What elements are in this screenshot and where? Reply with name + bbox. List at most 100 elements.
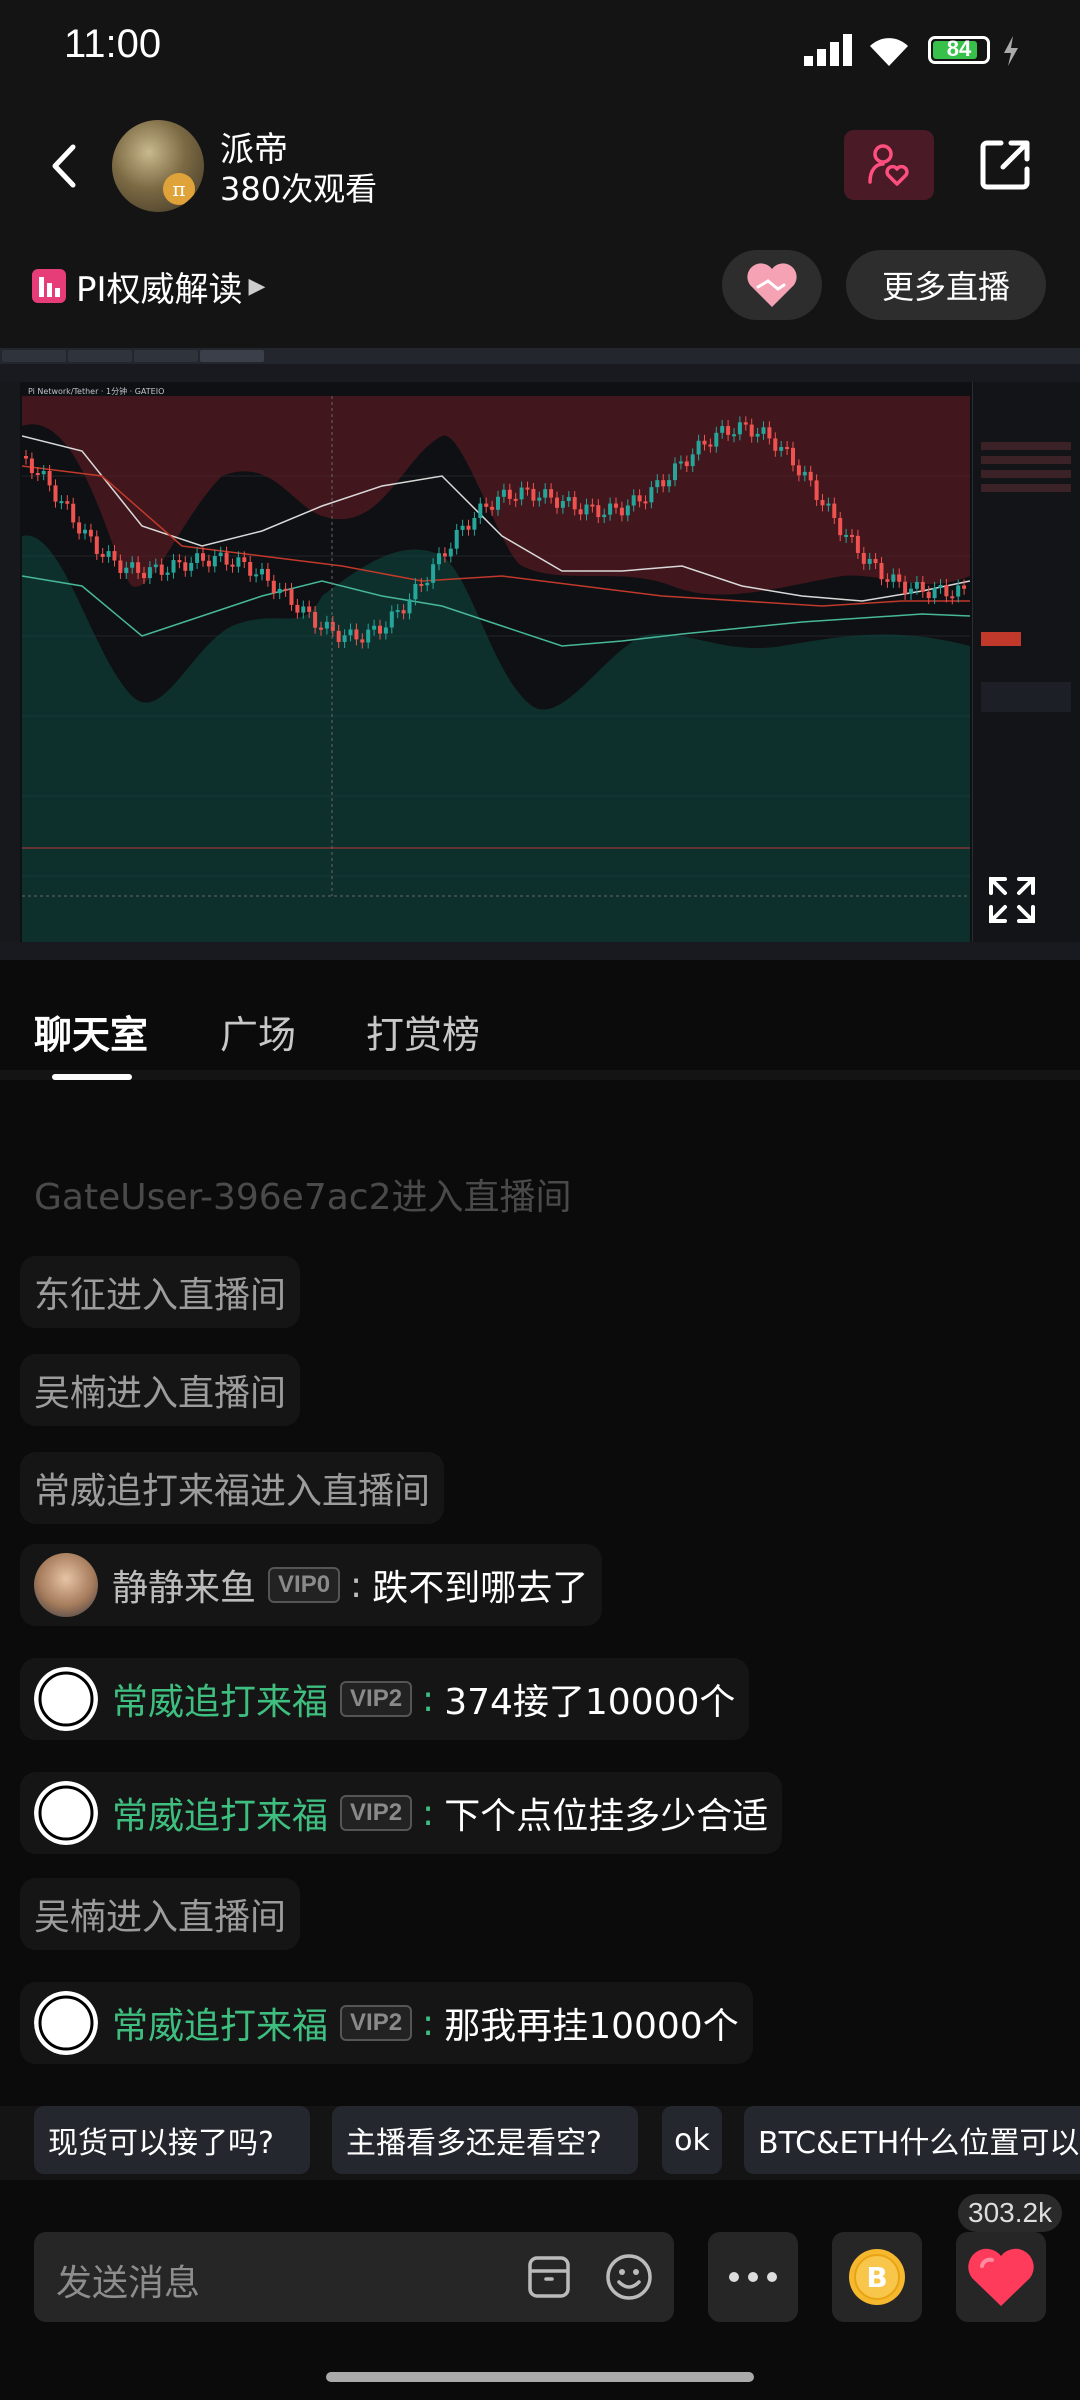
message-input[interactable]: 发送消息 [34,2232,674,2322]
chat-message[interactable]: 常威追打来福 VIP2 : 下个点位挂多少合适 [20,1772,783,1854]
svg-text:B: B [866,2261,887,2294]
card-icon[interactable] [526,2254,572,2300]
candle-body [41,471,46,475]
candle-body [543,489,548,498]
tab-plaza[interactable]: 广场 [220,1004,296,1059]
candle-body [920,581,925,592]
chat-list[interactable]: GateUser-396e7ac2进入直播间 东征进入直播间 吴楠进入直播间 常… [0,1080,1080,2106]
candle-body [165,572,170,575]
message-input-placeholder: 发送消息 [56,2263,201,2304]
quick-reply-chip[interactable]: 主播看多还是看空? [332,2106,638,2174]
candle-body [454,529,459,549]
topic-tag[interactable]: PI权威解读 ▶ [32,262,265,310]
host-avatar[interactable]: π [112,120,204,212]
user-avatar[interactable] [34,1781,98,1845]
tab-bar [0,960,1080,1070]
candle-body [614,503,618,508]
candle-body [395,610,400,613]
fullscreen-button[interactable] [980,868,1044,932]
handshake-heart-button[interactable] [722,250,822,320]
candle-body [460,525,465,530]
username[interactable]: 静静来鱼 [112,1559,256,1611]
follow-button[interactable] [844,130,934,200]
candle-body [354,629,359,640]
candle-body [950,596,955,599]
candle-body [549,489,554,498]
candle-body [944,584,949,597]
candle-body [248,561,253,576]
share-button[interactable] [970,130,1040,200]
candle-body [24,456,28,459]
candlestick-chart [22,396,970,942]
wifi-icon [870,38,908,66]
more-live-button[interactable]: 更多直播 [846,250,1046,320]
candle-body [65,501,70,504]
emoji-icon[interactable] [604,2252,654,2302]
candle-body [678,461,683,464]
candle-body [201,553,205,561]
candle-body [389,611,394,628]
enter-notice: 吴楠进入直播间 [20,1878,301,1950]
candle-body [643,501,648,504]
candle-body [147,567,152,579]
follow-person-heart-icon [868,144,909,186]
candle-body [844,534,849,537]
candle-body [743,422,748,425]
candle-body [71,503,76,523]
candle-body [602,514,607,518]
chat-message[interactable]: 静静来鱼 VIP0 : 跌不到哪去了 [20,1544,603,1626]
ellipsis-icon [729,2272,777,2282]
quick-reply-chip[interactable]: BTC&ETH什么位置可以 [744,2106,1080,2174]
candle-body [850,534,854,537]
quick-reply-chip[interactable]: 现货可以接了吗? [34,2106,310,2174]
tab-chatroom[interactable]: 聊天室 [34,1004,148,1059]
vip-badge: VIP2 [340,1681,413,1717]
candle-body [189,562,194,571]
candle-body [749,424,754,437]
heart-icon [968,2248,1034,2306]
message-text: 374接了10000个 [444,1682,736,1723]
candle-body [242,557,247,562]
gift-coin-button[interactable]: B [832,2232,922,2322]
candle-body [667,480,672,487]
candle-body [336,630,341,642]
candle-body [230,564,235,567]
candle-body [914,581,919,589]
candle-body [442,553,447,557]
candle-body [909,588,913,594]
candle-body [584,504,589,515]
candle-body [484,503,489,507]
username[interactable]: 常威追打来福 [112,1673,328,1725]
candle-body [83,529,87,534]
candle-body [578,509,583,515]
view-count: 380次观看 [220,170,378,208]
candle-body [655,480,660,488]
chart-bottom-bar [0,942,1080,960]
back-button[interactable] [36,136,92,196]
like-button[interactable] [956,2232,1046,2322]
quick-reply-chip[interactable]: ok [662,2106,722,2174]
candle-body [153,564,158,568]
candle-body [372,625,377,630]
candle-body [413,584,418,600]
chat-message[interactable]: 常威追打来福 VIP2 : 那我再挂10000个 [20,1982,753,2064]
candle-body [271,580,276,594]
candle-body [690,454,695,467]
candle-body [696,440,701,455]
username[interactable]: 常威追打来福 [112,1787,328,1839]
user-avatar[interactable] [34,1553,98,1617]
candle-body [625,505,630,516]
live-video-chart[interactable]: Pi Network/Tether · 1分钟 · GATEIO [0,348,1080,960]
more-options-button[interactable] [708,2232,798,2322]
chat-message[interactable]: 常威追打来福 VIP2 : 374接了10000个 [20,1658,750,1740]
colon: : [350,1564,363,1606]
username[interactable]: 常威追打来福 [112,1997,328,2049]
candle-body [956,585,961,597]
user-avatar[interactable] [34,1991,98,2055]
candle-body [94,536,99,554]
candle-body [867,558,872,564]
candle-body [838,517,843,536]
candle-body [118,560,123,573]
tab-tip-ranking[interactable]: 打赏榜 [366,1004,480,1059]
user-avatar[interactable] [34,1667,98,1731]
